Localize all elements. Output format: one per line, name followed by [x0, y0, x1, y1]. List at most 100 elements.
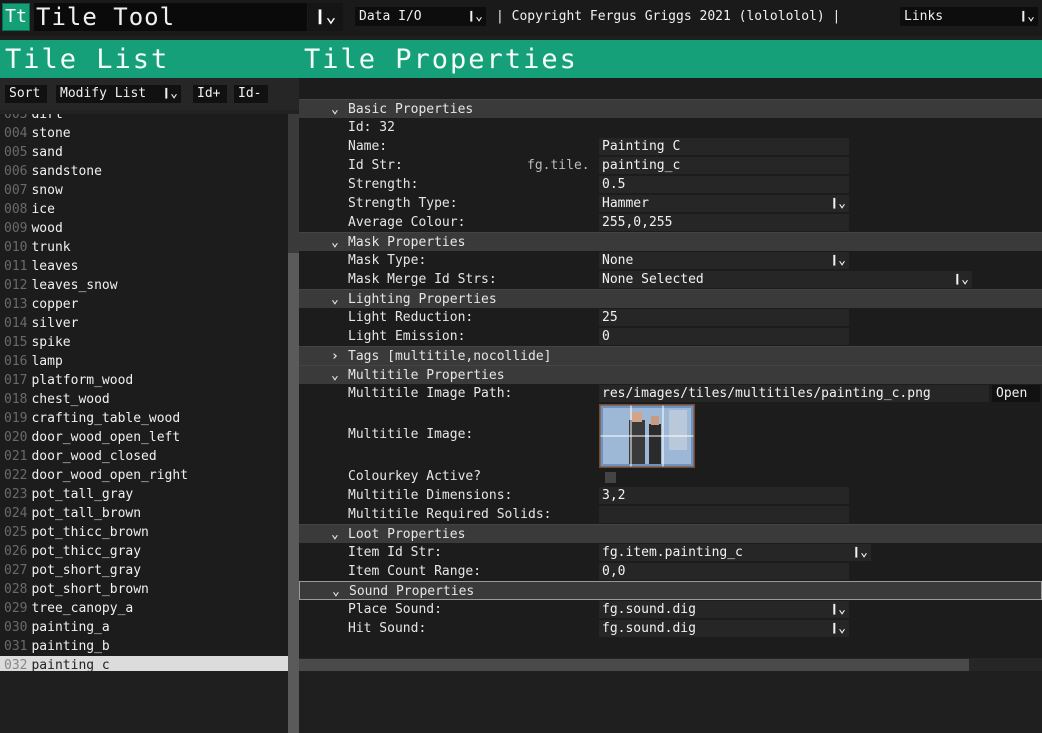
tile-list-item[interactable]: 023 pot_tall_gray	[0, 485, 288, 504]
sort-button[interactable]: Sort	[5, 85, 47, 103]
tile-list-scroll-thumb[interactable]	[288, 253, 299, 733]
tile-name: sandstone	[31, 164, 102, 179]
tile-id: 007	[4, 183, 28, 198]
colourkey-row: Colourkey Active?	[299, 467, 1042, 486]
tile-id: 020	[4, 430, 28, 445]
section-multitile-properties[interactable]: ⌄ Multitile Properties	[299, 365, 1042, 384]
section-tags[interactable]: › Tags [multitile,nocollide]	[299, 346, 1042, 365]
properties-horizontal-scroll-thumb[interactable]	[299, 659, 969, 671]
section-lighting-properties[interactable]: ⌄ Lighting Properties	[299, 289, 1042, 308]
tile-name: door_wood_closed	[31, 449, 157, 464]
tile-id: 012	[4, 278, 28, 293]
section-basic-properties[interactable]: ⌄ Basic Properties	[299, 99, 1042, 118]
tile-list-item[interactable]: 024 pot_tall_brown	[0, 504, 288, 523]
tile-id: 017	[4, 373, 28, 388]
multitile-dims-field[interactable]: 3,2	[599, 487, 849, 504]
average-colour-field[interactable]: 255,0,255	[599, 214, 849, 231]
light-emission-field[interactable]: 0	[599, 328, 849, 345]
tile-name: stone	[31, 126, 71, 141]
section-loot-properties[interactable]: ⌄ Loot Properties	[299, 524, 1042, 543]
section-mask-properties[interactable]: ⌄ Mask Properties	[299, 232, 1042, 251]
id-plus-button[interactable]: Id+	[193, 85, 227, 103]
tile-list-item[interactable]: 017 platform_wood	[0, 371, 288, 390]
tile-list-item[interactable]: 026 pot_thicc_gray	[0, 542, 288, 561]
strength-type-dropdown[interactable]: Hammer ❙⌄	[599, 195, 849, 212]
tile-list-item[interactable]: 032 painting_c	[0, 656, 288, 671]
average-colour-row: Average Colour: 255,0,255	[299, 213, 1042, 232]
light-reduction-field[interactable]: 25	[599, 309, 849, 326]
tile-list-item[interactable]: 014 silver	[0, 314, 288, 333]
item-count-field[interactable]: 0,0	[599, 563, 849, 580]
data-io-dropdown[interactable]: Data I/O ❙⌄	[355, 7, 486, 26]
section-sound-properties[interactable]: ⌄ Sound Properties	[299, 581, 1042, 600]
tile-list-item[interactable]: 013 copper	[0, 295, 288, 314]
tile-list-item[interactable]: 005 sand	[0, 143, 288, 162]
caret-down-icon: ⌄	[331, 292, 339, 307]
hit-sound-dropdown[interactable]: fg.sound.dig ❙⌄	[599, 620, 849, 637]
id-minus-button[interactable]: Id-	[234, 85, 268, 103]
caret-down-icon: ⌄	[332, 584, 340, 599]
item-count-row: Item Count Range: 0,0	[299, 562, 1042, 581]
open-button[interactable]: Open	[992, 385, 1040, 402]
name-field[interactable]: Painting C	[599, 138, 849, 155]
tile-list-item[interactable]: 027 pot_short_gray	[0, 561, 288, 580]
tile-id: 015	[4, 335, 28, 350]
tile-list[interactable]: 003 dirt 004 stone 005 sand 006 sandstone 007 sno…	[0, 114, 288, 671]
strength-field[interactable]: 0.5	[599, 176, 849, 193]
tile-id: 008	[4, 202, 28, 217]
caret-down-icon: ⌄	[331, 527, 339, 542]
tile-name: crafting_table_wood	[31, 411, 181, 426]
chevron-down-icon: ❙⌄	[830, 196, 846, 211]
item-id-dropdown[interactable]: fg.item.painting_c ❙⌄	[599, 544, 871, 561]
tile-list-item[interactable]: 031 painting_b	[0, 637, 288, 656]
id-str-field[interactable]: painting_c	[599, 157, 849, 174]
tile-name: pot_short_gray	[31, 563, 142, 578]
tile-name: pot_thicc_gray	[31, 544, 142, 559]
tile-id: 013	[4, 297, 28, 312]
colourkey-checkbox[interactable]	[605, 472, 616, 483]
tile-name: door_wood_open_left	[31, 430, 181, 445]
tile-list-item[interactable]: 022 door_wood_open_right	[0, 466, 288, 485]
tile-list-item[interactable]: 004 stone	[0, 124, 288, 143]
tile-list-item[interactable]: 012 leaves_snow	[0, 276, 288, 295]
tile-list-item[interactable]: 009 wood	[0, 219, 288, 238]
tile-list-item[interactable]: 003 dirt	[0, 114, 288, 124]
tile-list-item[interactable]: 007 snow	[0, 181, 288, 200]
tile-list-item[interactable]: 006 sandstone	[0, 162, 288, 181]
mask-merge-dropdown[interactable]: None Selected ❙⌄	[599, 271, 972, 288]
id-row: Id: 32	[299, 118, 1042, 137]
tile-name: platform_wood	[31, 373, 134, 388]
chevron-down-icon: ❙⌄	[830, 621, 846, 636]
tile-list-item[interactable]: 028 pot_short_brown	[0, 580, 288, 599]
tile-list-item[interactable]: 019 crafting_table_wood	[0, 409, 288, 428]
tile-name: chest_wood	[31, 392, 110, 407]
tile-list-item[interactable]: 021 door_wood_closed	[0, 447, 288, 466]
tile-name: pot_short_brown	[31, 582, 149, 597]
tile-name: door_wood_open_right	[31, 468, 189, 483]
multitile-solids-field[interactable]	[599, 506, 849, 523]
place-sound-dropdown[interactable]: fg.sound.dig ❙⌄	[599, 601, 849, 618]
modify-list-dropdown[interactable]: Modify List ❙⌄	[56, 85, 181, 103]
multitile-dims-row: Multitile Dimensions: 3,2	[299, 486, 1042, 505]
tile-list-item[interactable]: 025 pot_thicc_brown	[0, 523, 288, 542]
app-menu-button[interactable]: ❙⌄	[308, 3, 343, 31]
multitile-solids-row: Multitile Required Solids:	[299, 505, 1042, 524]
tile-id: 019	[4, 411, 28, 426]
tile-list-item[interactable]: 030 painting_a	[0, 618, 288, 637]
tile-list-item[interactable]: 029 tree_canopy_a	[0, 599, 288, 618]
tile-list-item[interactable]: 018 chest_wood	[0, 390, 288, 409]
tile-list-header: Tile List	[0, 40, 299, 78]
tile-name: wood	[31, 221, 63, 236]
tile-name: painting_c	[31, 658, 110, 671]
mask-type-dropdown[interactable]: None ❙⌄	[599, 252, 849, 269]
multitile-path-field[interactable]: res/images/tiles/multitiles/painting_c.p…	[599, 385, 989, 402]
links-dropdown[interactable]: Links ❙⌄	[900, 7, 1038, 26]
tile-list-item[interactable]: 015 spike	[0, 333, 288, 352]
tile-list-item[interactable]: 016 lamp	[0, 352, 288, 371]
tile-list-item[interactable]: 020 door_wood_open_left	[0, 428, 288, 447]
chevron-down-icon: ❙⌄	[830, 253, 846, 268]
tile-name: spike	[31, 335, 71, 350]
tile-list-item[interactable]: 011 leaves	[0, 257, 288, 276]
tile-list-item[interactable]: 008 ice	[0, 200, 288, 219]
tile-list-item[interactable]: 010 trunk	[0, 238, 288, 257]
